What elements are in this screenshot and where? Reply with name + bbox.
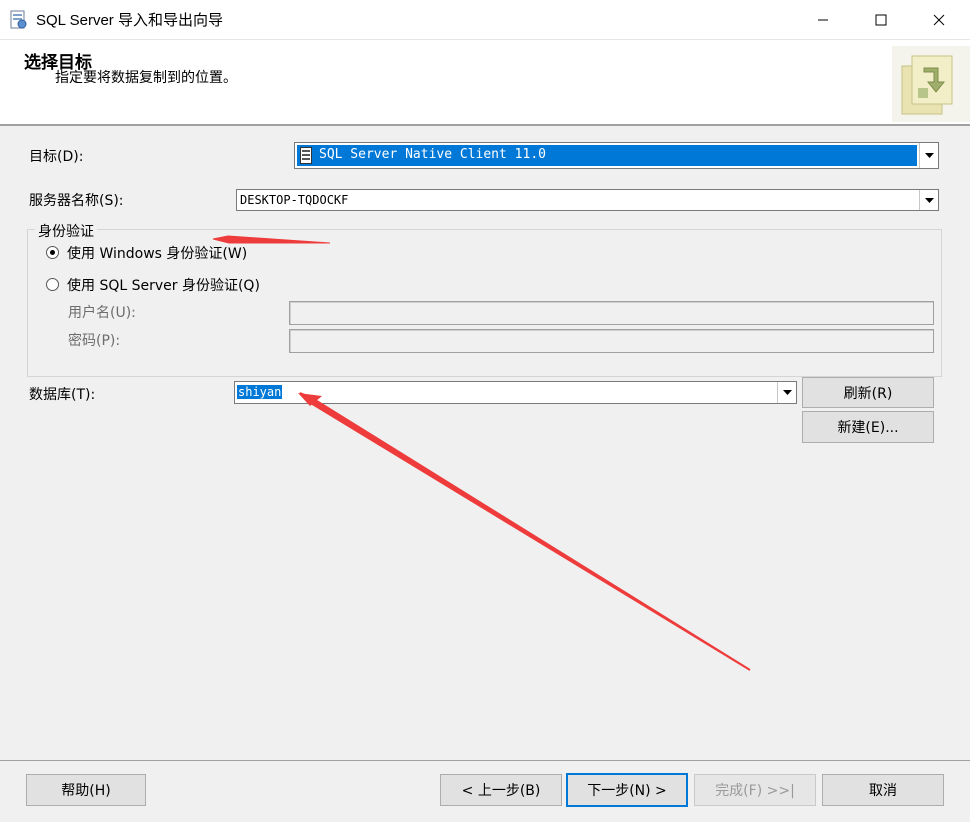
- arrow-auth-icon: [212, 235, 331, 244]
- next-button[interactable]: 下一步(N) >: [566, 773, 688, 807]
- cancel-button[interactable]: 取消: [822, 774, 944, 806]
- arrow-database-icon: [299, 392, 751, 671]
- footer-divider: [0, 760, 970, 761]
- help-button[interactable]: 帮助(H): [26, 774, 146, 806]
- finish-button[interactable]: 完成(F) >>|: [694, 774, 816, 806]
- back-button[interactable]: < 上一步(B): [440, 774, 562, 806]
- annotation-arrows: [212, 235, 751, 671]
